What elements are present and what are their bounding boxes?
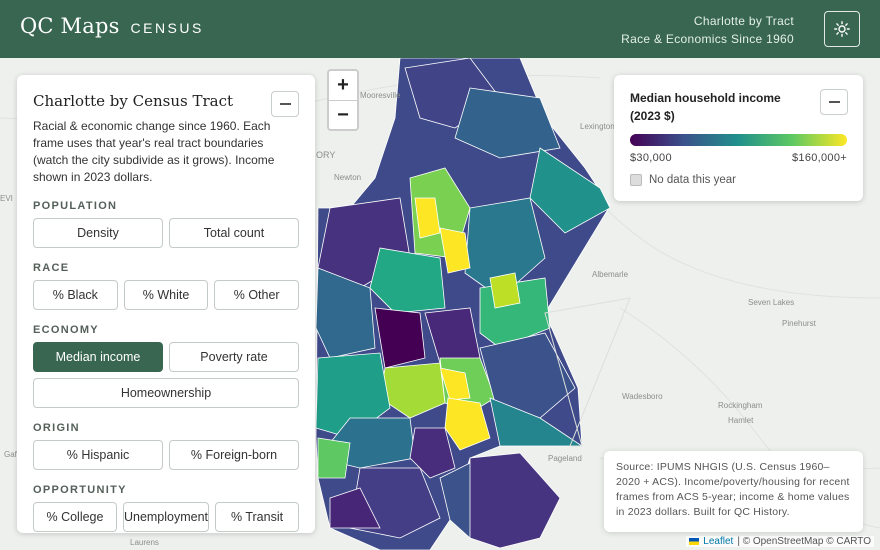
layer-button-foreign-born[interactable]: % Foreign-born <box>169 440 299 470</box>
section-population: POPULATION <box>33 200 118 212</box>
brand-logo[interactable]: QC Maps CENSUS <box>20 14 204 38</box>
layer-button-white[interactable]: % White <box>123 280 209 310</box>
legend-nodata: No data this year <box>630 174 847 186</box>
header-meta-title: Charlotte by Tract <box>693 14 794 28</box>
place-label: ORY <box>316 150 336 160</box>
layer-button-transit[interactable]: % Transit <box>215 502 300 532</box>
section-economy: ECONOMY <box>33 324 99 336</box>
header-meta: Charlotte by Tract Race & Economics Sinc… <box>621 12 794 48</box>
layer-button-black[interactable]: % Black <box>33 280 118 310</box>
sun-icon <box>834 21 850 37</box>
layer-button-poverty-rate[interactable]: Poverty rate <box>169 342 299 372</box>
brand-name: QC Maps <box>20 14 120 38</box>
place-label: Laurens <box>130 538 159 547</box>
layer-button-density[interactable]: Density <box>33 218 163 248</box>
section-origin: ORIGIN <box>33 422 80 434</box>
ukraine-flag-icon <box>689 538 700 545</box>
app-header: QC Maps CENSUS Charlotte by Tract Race &… <box>0 0 880 58</box>
brand-subtitle: CENSUS <box>130 20 204 36</box>
legend-panel: Median household income (2023 $) $30,000… <box>614 75 863 201</box>
place-label: Rockingham <box>718 401 763 410</box>
panel-description: Racial & economic change since 1960. Eac… <box>33 119 275 184</box>
place-label: Albemarle <box>592 270 629 279</box>
zoom-out-button[interactable]: − <box>329 100 357 129</box>
legend-collapse-button[interactable] <box>820 89 848 115</box>
tract-choropleth[interactable] <box>315 58 611 550</box>
place-label: EVI <box>0 194 13 203</box>
header-meta-subtitle: Race & Economics Since 1960 <box>621 32 794 46</box>
layer-button-other[interactable]: % Other <box>214 280 300 310</box>
section-race: RACE <box>33 262 70 274</box>
layer-button-unemployment[interactable]: Unemployment <box>122 502 210 532</box>
layer-button-college[interactable]: % College <box>33 502 117 532</box>
zoom-in-button[interactable]: + <box>329 71 357 100</box>
legend-color-ramp <box>630 134 847 146</box>
source-note: Source: IPUMS NHGIS (U.S. Census 1960–20… <box>604 451 863 532</box>
nodata-label: No data this year <box>649 174 736 186</box>
attribution-text[interactable]: | © OpenStreetMap © CARTO <box>737 536 871 547</box>
place-label: Hamlet <box>728 416 754 425</box>
panel-collapse-button[interactable] <box>271 91 299 117</box>
place-label: Mooresville <box>360 91 401 100</box>
place-label: Newton <box>334 173 362 182</box>
legend-max-label: $160,000+ <box>791 152 847 164</box>
place-label: Lexington <box>580 122 615 131</box>
minus-icon <box>828 101 840 103</box>
zoom-control: + − <box>327 69 359 131</box>
minus-icon <box>279 103 291 105</box>
leaflet-link[interactable]: Leaflet <box>703 536 733 547</box>
nodata-swatch <box>630 174 642 186</box>
place-label: Pageland <box>548 454 582 463</box>
map-attribution: Leaflet | © OpenStreetMap © CARTO <box>686 536 874 547</box>
layer-button-homeownership[interactable]: Homeownership <box>33 378 299 408</box>
layer-button-median-income[interactable]: Median income <box>33 342 163 372</box>
place-label: Wadesboro <box>622 392 663 401</box>
panel-title: Charlotte by Census Tract <box>33 92 234 110</box>
layer-button-hispanic[interactable]: % Hispanic <box>33 440 163 470</box>
place-label: Pinehurst <box>782 319 816 328</box>
layer-button-total-count[interactable]: Total count <box>169 218 299 248</box>
legend-title: Median household income (2023 $) <box>630 91 781 123</box>
layer-panel: Charlotte by Census Tract Racial & econo… <box>17 75 315 533</box>
theme-toggle-button[interactable] <box>824 11 860 47</box>
place-label: Seven Lakes <box>748 298 795 307</box>
section-opportunity: OPPORTUNITY <box>33 484 127 496</box>
legend-min-label: $30,000 <box>630 152 672 164</box>
